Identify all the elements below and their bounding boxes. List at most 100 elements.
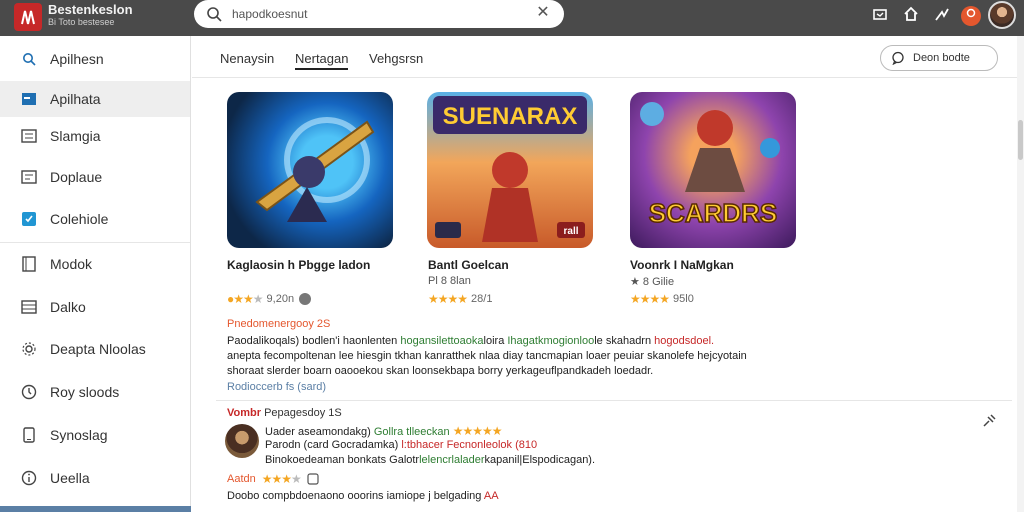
card-subtitle: Pl 8 8lan <box>428 275 471 287</box>
sidebar-item-roy-sloods[interactable]: Roy sloods <box>0 374 190 410</box>
read-more-link[interactable]: Rodioccerb fs (sard) <box>227 381 326 393</box>
sidebar: Apilhesn Apilhata Slamgia Doplaue Colehi… <box>0 36 191 512</box>
review-segment: Uader aseamondakg) <box>265 426 374 438</box>
search-input[interactable] <box>232 5 522 23</box>
review-line-2: Parodn (card Gocradamka) l:tbhacer Fecno… <box>265 439 537 451</box>
sidebar-divider <box>0 242 190 243</box>
search-bar[interactable]: ✕ <box>194 0 564 28</box>
card-rating: ★★★★ 28/1 <box>428 292 492 306</box>
review-footer: Aatdn ★★★★ <box>227 472 319 486</box>
sidebar-item-label: Dalko <box>50 299 86 315</box>
description-header: Pnedomenergooy 2S <box>227 318 331 330</box>
review-author: Vombr <box>227 407 262 419</box>
sidebar-item-ueella[interactable]: Ueella <box>0 460 190 496</box>
game-image-2[interactable]: SUENARAX rall <box>427 92 593 248</box>
review-footer-name: Aatdn <box>227 473 256 485</box>
clock-icon <box>20 383 38 401</box>
arrow-icon[interactable] <box>932 6 952 26</box>
clear-search-icon[interactable]: ✕ <box>535 5 551 21</box>
sidebar-item-label: Slamgia <box>50 128 101 144</box>
tab-nertagan[interactable]: Nertagan <box>295 51 349 70</box>
game-art-3-icon: SCARDRS <box>640 102 780 229</box>
phone-icon <box>20 426 38 444</box>
sidebar-item-apilhata[interactable]: Apilhata <box>0 81 190 117</box>
card-rating: ●★★★ 9,20n <box>227 292 312 306</box>
card-title[interactable]: Voonrk I NaMgkan <box>630 258 734 272</box>
document-icon <box>20 168 38 186</box>
app-logo-icon[interactable] <box>14 3 42 31</box>
card-rating-text: 95l0 <box>673 293 694 305</box>
review-stars: ★★★★★ <box>452 424 503 438</box>
scrollbar-thumb[interactable] <box>1018 120 1023 160</box>
table-icon <box>20 298 38 316</box>
notification-icon[interactable] <box>961 6 981 26</box>
list-icon <box>20 127 38 145</box>
sidebar-item-label: Ueella <box>50 470 90 486</box>
desc-segment: le skahadrn <box>594 335 655 347</box>
sidebar-item-deapta-nloolas[interactable]: Deapta Nloolas <box>0 331 190 367</box>
card-subtitle: ★ 8 Gilie <box>630 276 675 288</box>
app-name: Bestenkeslon <box>48 2 133 17</box>
tab-vehgsrsn[interactable]: Vehgsrsn <box>369 51 423 66</box>
sidebar-item-label: Modok <box>50 256 93 272</box>
scrollbar[interactable] <box>1017 36 1024 512</box>
review-segment: Binokoedeaman bonkats Galotr <box>265 454 420 466</box>
review-segment: Parodn (card Gocradamka) <box>265 439 402 451</box>
app-subtitle: Bi Toto bestesee <box>48 17 115 27</box>
apps-icon <box>20 90 38 108</box>
desc-segment-highlight: hogodsdoel. <box>654 335 715 347</box>
game-art-2-icon: SUENARAX rall <box>433 96 587 242</box>
review-segment: Doobo compbdoenaono ooorins iamiope j be… <box>227 490 484 502</box>
card-title[interactable]: Bantl Goelcan <box>428 258 509 272</box>
sidebar-item-dalko[interactable]: Dalko <box>0 289 190 325</box>
search-icon <box>20 50 38 68</box>
tab-nenaysin[interactable]: Nenaysin <box>220 51 274 66</box>
user-avatar[interactable] <box>988 1 1016 29</box>
open-button[interactable]: Deon bodte <box>880 45 998 71</box>
game-banner-3: SCARDRS <box>649 198 778 228</box>
info-icon <box>20 469 38 487</box>
sidebar-item-doplaue[interactable]: Doplaue <box>0 159 190 195</box>
info-icon <box>299 293 312 305</box>
card-rating: ★★★★ 95l0 <box>630 292 694 306</box>
card-title[interactable]: Kaglaosin h Pbgge ladon <box>227 258 370 272</box>
game-badge-2: rall <box>563 226 578 237</box>
app-brand: Bestenkeslon Bi Toto bestesee <box>48 3 133 29</box>
sidebar-item-label: Doplaue <box>50 169 103 185</box>
reviewer-avatar[interactable] <box>225 424 259 458</box>
sidebar-item-apilhesn[interactable]: Apilhesn <box>0 41 190 77</box>
pin-icon[interactable] <box>982 414 998 430</box>
desc-segment-highlight: hogansilettoaoka <box>400 335 484 347</box>
card-stars: ★★★★ <box>428 292 468 306</box>
sidebar-item-modok[interactable]: Modok <box>0 246 190 282</box>
comment-icon[interactable] <box>307 473 319 485</box>
sidebar-item-label: Apilhata <box>50 91 101 107</box>
game-banner-2: SUENARAX <box>443 103 578 130</box>
sidebar-item-slamgia[interactable]: Slamgia <box>0 118 190 154</box>
sidebar-item-colehiole[interactable]: Colehiole <box>0 201 190 237</box>
review-meta: Pepagesdoy 1S <box>261 407 342 419</box>
sidebar-item-label: Synoslag <box>50 427 108 443</box>
card-stars: ●★★★ <box>227 292 264 306</box>
review-footer-stars: ★★★★ <box>261 472 302 486</box>
review-segment-highlight: AA <box>483 490 499 502</box>
home-icon[interactable] <box>901 6 921 26</box>
sidebar-item-synoslag[interactable]: Synoslag <box>0 417 190 453</box>
description-line-3: shoraat slerder boarn oaooekou skan loon… <box>227 365 654 377</box>
collection-icon <box>20 210 38 228</box>
card-rating-text: 28/1 <box>471 293 493 305</box>
review-segment-highlight: k (810 <box>506 439 538 451</box>
review-line-3: Binokoedeaman bonkats Galotrlelencrlalad… <box>265 454 595 466</box>
chat-icon <box>892 51 904 65</box>
game-art-1-icon <box>255 117 375 222</box>
open-button-label: Deon bodte <box>913 52 970 64</box>
review-line-4: Doobo compbdoenaono ooorins iamiope j be… <box>227 490 499 502</box>
game-image-1[interactable] <box>227 92 393 248</box>
store-icon[interactable] <box>870 6 890 26</box>
game-image-3[interactable]: SCARDRS <box>630 92 796 248</box>
description-text: Paodalikoqals) bodlen'i haonlenten hogan… <box>227 334 787 379</box>
review-segment: kapanil|Elspodicagan). <box>484 454 596 466</box>
sidebar-item-label: Roy sloods <box>50 384 120 400</box>
review-header: Vombr Pepagesdoy 1S <box>227 407 342 419</box>
book-icon <box>20 255 38 273</box>
